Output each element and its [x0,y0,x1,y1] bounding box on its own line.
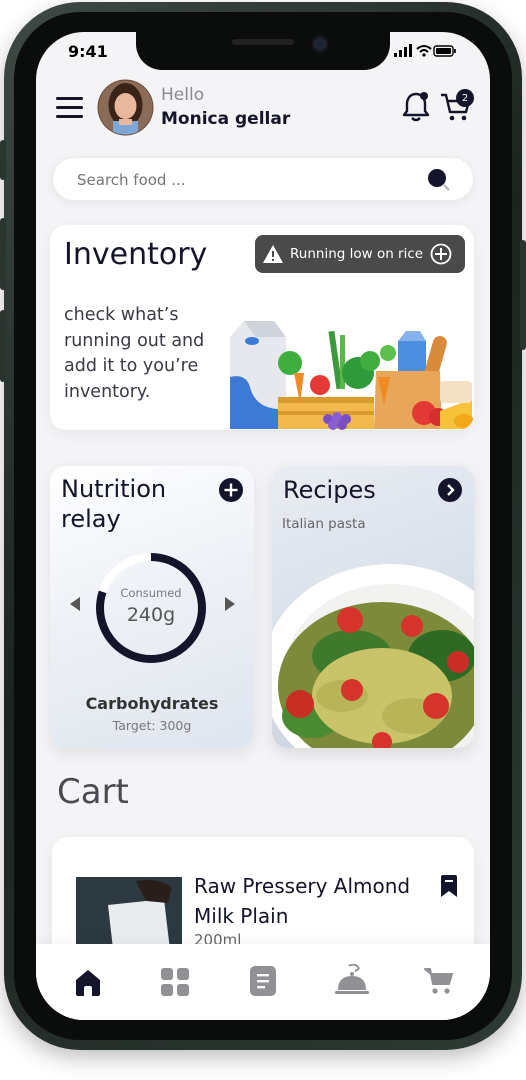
search-bar[interactable] [52,157,474,202]
recipes-title: Recipes [283,476,376,504]
pasta-dish-image [272,564,474,748]
home-icon[interactable] [73,967,103,997]
nutrition-title: Nutrition relay [61,475,167,533]
alert-text: Running low on rice [290,246,424,262]
app-screen: 9:41 Hello Monica gellar 2 Search food .… [36,32,490,1020]
search-icon[interactable] [427,168,451,192]
bookmark-icon[interactable] [440,875,458,897]
status-time: 9:41 [68,42,108,61]
consumed-label: Consumed [120,586,182,600]
low-stock-alert[interactable]: Running low on rice [255,235,465,273]
phone-notch [136,32,390,70]
search-input[interactable] [75,158,409,202]
bell-icon[interactable] [402,90,432,122]
prev-arrow-icon[interactable] [69,596,81,612]
volume-down-button [0,310,6,382]
chevron-right-icon[interactable] [438,478,462,502]
bottom-nav [36,944,490,1020]
next-arrow-icon[interactable] [224,596,236,612]
user-name: Monica gellar [161,109,291,129]
nutrient-target: Target: 300g [112,718,192,733]
consumed-value: 240g [126,604,176,626]
plus-circle-icon[interactable] [430,243,452,265]
cloche-icon[interactable] [335,964,369,998]
power-button [520,240,526,350]
nutrition-card[interactable]: Nutrition relay Consumed 240g Carbohydra… [50,466,254,748]
inventory-title: Inventory [64,237,208,272]
cart-badge: 2 [456,89,474,107]
phone-camera [311,35,329,53]
phone-speaker [232,39,294,45]
cart-title: Cart [57,772,129,812]
inventory-card[interactable]: Inventory Running low on rice check what… [50,225,474,430]
mute-switch [0,140,6,180]
cart-nav-icon[interactable] [424,966,454,996]
nutrient-name: Carbohydrates [85,694,219,713]
status-icons [394,44,456,57]
recipe-name: Italian pasta [282,516,366,532]
recipes-card[interactable]: Recipes Italian pasta [272,466,474,748]
greeting-text: Hello [161,85,205,105]
list-icon[interactable] [250,966,276,996]
inventory-description: check what’s running out and add it to y… [64,305,205,402]
add-nutrition-icon[interactable] [219,478,243,502]
volume-up-button [0,218,6,290]
cart-item-name: Raw Pressery Almond Milk Plain [194,874,411,928]
groceries-illustration [230,321,474,430]
grid-icon[interactable] [161,968,189,996]
warning-icon [263,245,283,263]
menu-icon[interactable] [56,96,84,120]
avatar[interactable] [97,79,154,136]
